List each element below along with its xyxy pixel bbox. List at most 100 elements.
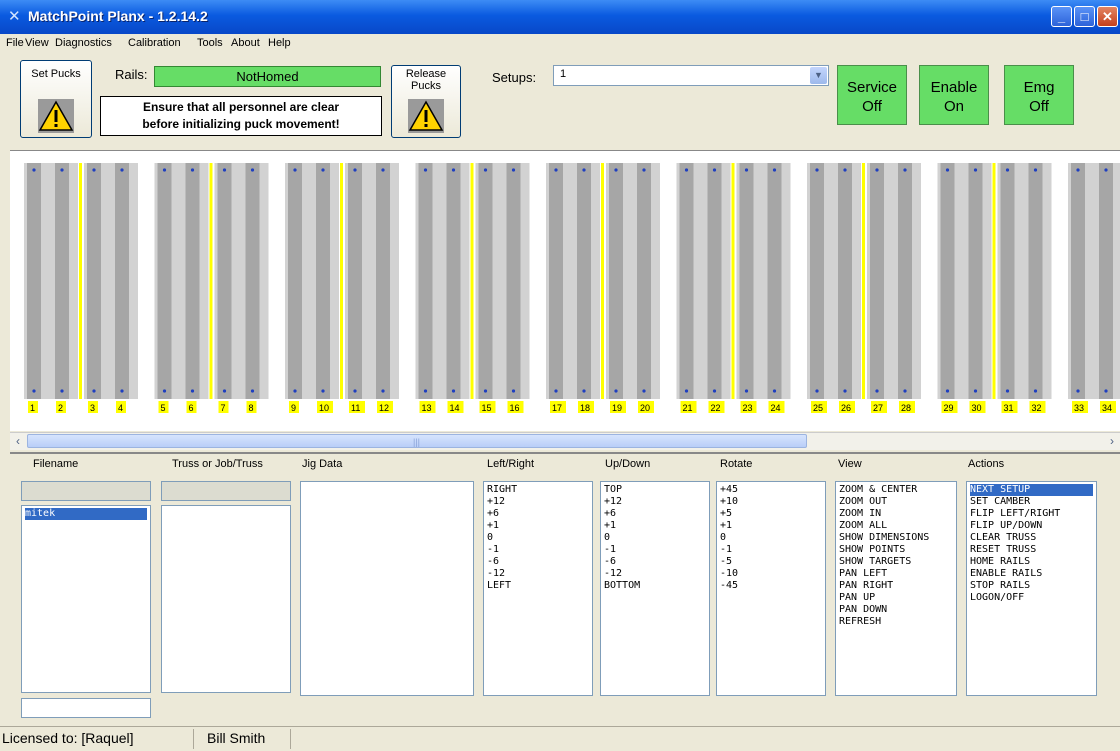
menu-tools[interactable]: Tools (197, 37, 223, 49)
scroll-thumb[interactable]: ||| (27, 434, 807, 448)
view-item[interactable]: SHOW TARGETS (839, 556, 953, 568)
filename-field[interactable] (21, 481, 151, 501)
view-item[interactable]: PAN LEFT (839, 568, 953, 580)
updown-item[interactable]: -12 (604, 568, 706, 580)
puck-marker (903, 168, 907, 172)
view-item[interactable]: PAN UP (839, 592, 953, 604)
warning-line-1: Ensure that all personnel are clear (142, 100, 340, 114)
close-button[interactable]: ✕ (1097, 6, 1118, 27)
filename-list[interactable]: mitek (21, 505, 151, 693)
enable-button[interactable]: Enable On (919, 65, 989, 125)
rail-divider (340, 163, 343, 399)
view-item[interactable]: ZOOM IN (839, 508, 953, 520)
updown-list[interactable]: TOP +12 +6 +1 0 -1 -6 -12 BOTTOM (600, 481, 710, 696)
updown-item[interactable]: +6 (604, 508, 706, 520)
truss-list[interactable] (161, 505, 291, 693)
filename-input[interactable] (21, 698, 151, 718)
puck-marker (614, 168, 618, 172)
rotate-item[interactable]: +5 (720, 508, 822, 520)
actions-list[interactable]: NEXT SETUP SET CAMBER FLIP LEFT/RIGHT FL… (966, 481, 1097, 696)
view-list[interactable]: ZOOM & CENTER ZOOM OUT ZOOM IN ZOOM ALL … (835, 481, 957, 696)
puck-marker (293, 389, 297, 393)
leftright-list[interactable]: RIGHT +12 +6 +1 0 -1 -6 -12 LEFT (483, 481, 593, 696)
view-item[interactable]: ZOOM ALL (839, 520, 953, 532)
rail-number: 12 (379, 403, 389, 413)
puck-marker (945, 389, 950, 393)
actions-item[interactable]: NEXT SETUP (970, 484, 1093, 496)
rail (55, 163, 69, 399)
updown-item[interactable]: TOP (604, 484, 706, 496)
view-item[interactable]: PAN RIGHT (839, 580, 953, 592)
puck-marker (32, 168, 36, 172)
view-item[interactable]: REFRESH (839, 616, 953, 628)
actions-item[interactable]: FLIP LEFT/RIGHT (970, 508, 1093, 520)
menu-view[interactable]: View (25, 37, 49, 49)
updown-item[interactable]: -1 (604, 544, 706, 556)
updown-item[interactable]: +12 (604, 496, 706, 508)
scroll-right-icon[interactable]: › (1104, 433, 1120, 449)
updown-item[interactable]: BOTTOM (604, 580, 706, 592)
set-pucks-button[interactable]: Set Pucks (20, 60, 92, 138)
leftright-item[interactable]: +6 (487, 508, 589, 520)
rail-number: 8 (249, 403, 254, 413)
view-item[interactable]: SHOW DIMENSIONS (839, 532, 953, 544)
view-item[interactable]: ZOOM & CENTER (839, 484, 953, 496)
rotate-item[interactable]: -10 (720, 568, 822, 580)
chevron-down-icon[interactable]: ▼ (810, 67, 827, 84)
leftright-item[interactable]: RIGHT (487, 484, 589, 496)
leftright-item[interactable]: +12 (487, 496, 589, 508)
rotate-item[interactable]: +1 (720, 520, 822, 532)
actions-item[interactable]: ENABLE RAILS (970, 568, 1093, 580)
rotate-item[interactable]: -1 (720, 544, 822, 556)
actions-item[interactable]: FLIP UP/DOWN (970, 520, 1093, 532)
actions-item[interactable]: STOP RAILS (970, 580, 1093, 592)
updown-item[interactable]: +1 (604, 520, 706, 532)
app-icon: ✕ (8, 8, 21, 25)
jig-data-list[interactable] (300, 481, 474, 696)
view-item[interactable]: ZOOM OUT (839, 496, 953, 508)
rail (87, 163, 101, 399)
view-item[interactable]: PAN DOWN (839, 604, 953, 616)
leftright-item[interactable]: -12 (487, 568, 589, 580)
rotate-item[interactable]: +10 (720, 496, 822, 508)
menu-help[interactable]: Help (268, 37, 291, 49)
emg-button[interactable]: Emg Off (1004, 65, 1074, 125)
service-button[interactable]: Service Off (837, 65, 907, 125)
leftright-item[interactable]: -1 (487, 544, 589, 556)
actions-item[interactable]: RESET TRUSS (970, 544, 1093, 556)
rail (767, 163, 782, 399)
setups-dropdown[interactable]: 1 ▼ (553, 65, 829, 86)
menu-about[interactable]: About (231, 37, 260, 49)
rail-number: 30 (972, 403, 982, 413)
updown-item[interactable]: 0 (604, 532, 706, 544)
actions-item[interactable]: HOME RAILS (970, 556, 1093, 568)
leftright-item[interactable]: -6 (487, 556, 589, 568)
minimize-button[interactable]: _ (1051, 6, 1072, 27)
menu-diagnostics[interactable]: Diagnostics (55, 37, 112, 49)
horizontal-scrollbar[interactable]: ‹ ||| › (10, 432, 1120, 450)
rotate-item[interactable]: -5 (720, 556, 822, 568)
menu-file[interactable]: File (6, 37, 24, 49)
filename-item[interactable]: mitek (25, 508, 147, 520)
view-item[interactable]: SHOW POINTS (839, 544, 953, 556)
rail-number: 18 (580, 403, 590, 413)
puck-marker (642, 168, 646, 172)
scroll-left-icon[interactable]: ‹ (10, 433, 26, 449)
puck-marker (92, 168, 96, 172)
menu-calibration[interactable]: Calibration (128, 37, 181, 49)
rotate-list[interactable]: +45 +10 +5 +1 0 -1 -5 -10 -45 (716, 481, 826, 696)
leftright-item[interactable]: 0 (487, 532, 589, 544)
leftright-item[interactable]: +1 (487, 520, 589, 532)
rotate-item[interactable]: -45 (720, 580, 822, 592)
updown-item[interactable]: -6 (604, 556, 706, 568)
rotate-item[interactable]: +45 (720, 484, 822, 496)
actions-item[interactable]: SET CAMBER (970, 496, 1093, 508)
maximize-button[interactable]: □ (1074, 6, 1095, 27)
puck-marker (1104, 168, 1108, 172)
leftright-item[interactable]: LEFT (487, 580, 589, 592)
release-pucks-button[interactable]: Release Pucks (391, 65, 461, 138)
truss-field[interactable] (161, 481, 291, 501)
rotate-item[interactable]: 0 (720, 532, 822, 544)
actions-item[interactable]: CLEAR TRUSS (970, 532, 1093, 544)
actions-item[interactable]: LOGON/OFF (970, 592, 1093, 604)
